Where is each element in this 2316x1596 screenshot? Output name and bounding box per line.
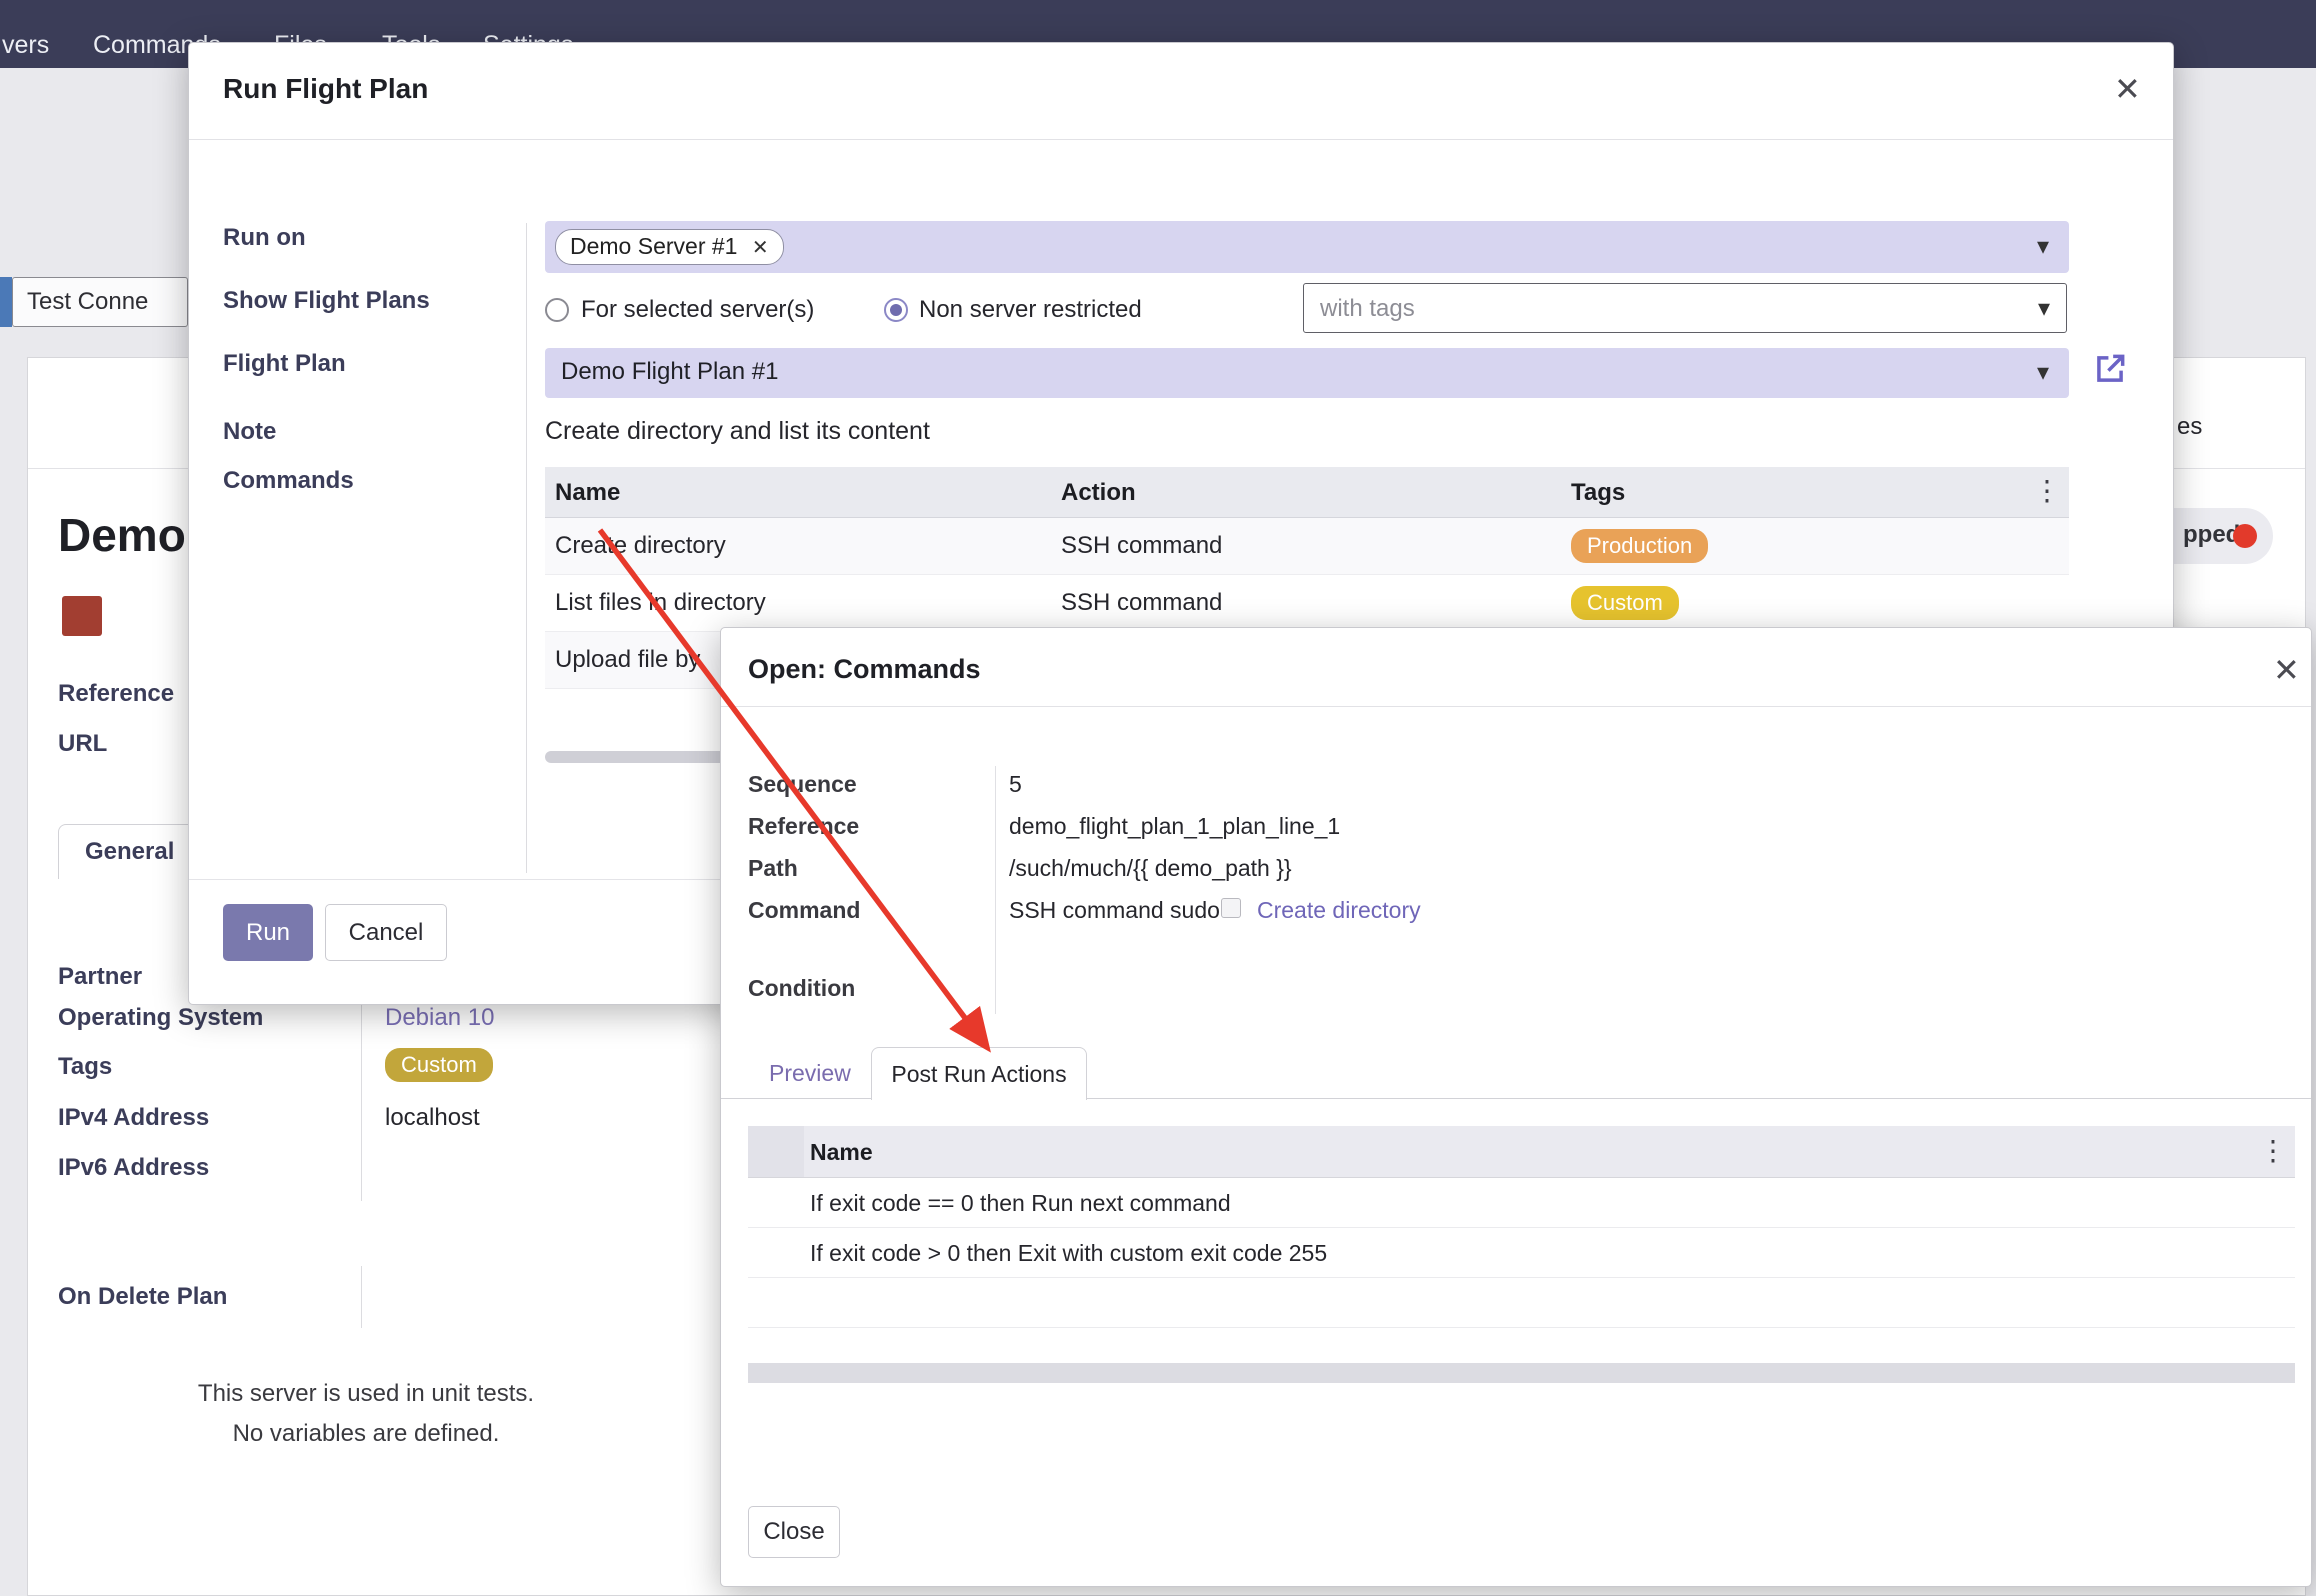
reference-label: Reference bbox=[748, 813, 859, 840]
row-handle-column bbox=[748, 1126, 804, 1177]
run-modal-title: Run Flight Plan bbox=[223, 73, 428, 105]
cell-name: List files in directory bbox=[555, 589, 766, 617]
cell-name: Upload file by bbox=[555, 646, 700, 674]
cell-action: SSH command bbox=[1061, 589, 1222, 617]
chip-remove-icon[interactable]: ✕ bbox=[752, 237, 769, 259]
with-tags-input[interactable]: with tags ▾ bbox=[1303, 283, 2067, 333]
ipv4-label: IPv4 Address bbox=[58, 1104, 209, 1132]
commands-modal-header-divider bbox=[721, 706, 2311, 707]
table-row[interactable]: Create directory SSH command Production bbox=[545, 518, 2069, 575]
table-options-icon[interactable]: ⋮ bbox=[2259, 1137, 2287, 1165]
tab-preview[interactable]: Preview bbox=[769, 1060, 851, 1087]
tab-post-run-actions-label: Post Run Actions bbox=[872, 1061, 1086, 1088]
note-value: Create directory and list its content bbox=[545, 417, 930, 446]
col-header-action: Action bbox=[1061, 479, 1136, 507]
command-checkbox[interactable] bbox=[1221, 898, 1241, 918]
table-row[interactable]: List files in directory SSH command Cust… bbox=[545, 575, 2069, 632]
run-modal-label-divider bbox=[526, 223, 527, 873]
commands-table-header: Name Action Tags ⋮ bbox=[545, 467, 2069, 518]
unit-test-note: This server is used in unit tests. bbox=[98, 1380, 634, 1408]
chevron-down-icon: ▾ bbox=[2037, 361, 2049, 385]
sequence-value: 5 bbox=[1009, 771, 1022, 798]
reference-label: Reference bbox=[58, 680, 174, 708]
tags-label: Tags bbox=[58, 1053, 112, 1081]
reference-value: demo_flight_plan_1_plan_line_1 bbox=[1009, 813, 1340, 840]
table-row[interactable]: If exit code > 0 then Exit with custom e… bbox=[748, 1228, 2295, 1278]
command-label: Command bbox=[748, 897, 860, 924]
ipv4-value: localhost bbox=[385, 1104, 480, 1132]
path-value: /such/much/{{ demo_path }} bbox=[1009, 855, 1292, 882]
horizontal-scrollbar[interactable] bbox=[748, 1363, 2295, 1383]
chevron-down-icon: ▾ bbox=[2038, 297, 2050, 321]
color-swatch[interactable] bbox=[62, 596, 102, 636]
show-flight-plans-label: Show Flight Plans bbox=[223, 287, 430, 315]
test-connection-button[interactable]: Test Conne bbox=[12, 277, 188, 327]
nav-item-servers[interactable]: vers bbox=[2, 31, 49, 60]
os-label: Operating System bbox=[58, 1004, 263, 1032]
os-value[interactable]: Debian 10 bbox=[385, 1004, 494, 1032]
cell-name: If exit code > 0 then Exit with custom e… bbox=[810, 1240, 1327, 1267]
open-commands-modal: Open: Commands ✕ Sequence Reference Path… bbox=[720, 627, 2312, 1587]
create-directory-link[interactable]: Create directory bbox=[1257, 897, 1421, 924]
status-label-fragment: pped bbox=[2183, 521, 2240, 549]
commands-modal-label-divider bbox=[995, 766, 996, 1014]
note-label: Note bbox=[223, 418, 276, 446]
radio-non-server-restricted-label[interactable]: Non server restricted bbox=[919, 296, 1142, 324]
run-modal-close-icon[interactable]: ✕ bbox=[2114, 73, 2141, 105]
radio-for-selected-servers[interactable] bbox=[545, 298, 569, 322]
status-dot-icon bbox=[2233, 524, 2257, 548]
radio-for-selected-servers-label[interactable]: For selected server(s) bbox=[581, 296, 814, 324]
field-divider-2 bbox=[361, 1266, 362, 1328]
with-tags-placeholder: with tags bbox=[1320, 295, 1415, 323]
tag-badge-custom: Custom bbox=[385, 1048, 493, 1082]
run-on-label: Run on bbox=[223, 224, 306, 252]
ipv6-label: IPv6 Address bbox=[58, 1154, 209, 1182]
cell-action: SSH command bbox=[1061, 532, 1222, 560]
tag-badge-custom: Custom bbox=[1571, 586, 1679, 620]
run-on-select[interactable]: Demo Server #1 ✕ ▾ bbox=[545, 221, 2069, 273]
command-value: SSH command sudo bbox=[1009, 897, 1220, 924]
actions-table-header: Name ⋮ bbox=[748, 1126, 2295, 1178]
tab-general-label: General bbox=[85, 838, 174, 866]
commands-modal-close-icon[interactable]: ✕ bbox=[2273, 654, 2300, 686]
server-chip-label: Demo Server #1 bbox=[570, 233, 737, 259]
post-run-actions-table: Name ⋮ If exit code == 0 then Run next c… bbox=[748, 1126, 2295, 1328]
chevron-down-icon: ▾ bbox=[2037, 235, 2049, 259]
col-header-tags: Tags bbox=[1571, 479, 1625, 507]
partial-button-edge[interactable] bbox=[0, 277, 12, 327]
tab-general[interactable]: General bbox=[58, 824, 208, 879]
test-connection-label: Test Conne bbox=[27, 288, 148, 316]
tab-post-run-actions[interactable]: Post Run Actions bbox=[871, 1047, 1087, 1100]
external-link-icon[interactable] bbox=[2091, 350, 2129, 393]
server-heading: Demo bbox=[58, 508, 186, 562]
radio-non-server-restricted[interactable] bbox=[884, 298, 908, 322]
path-label: Path bbox=[748, 855, 798, 882]
flight-plan-select[interactable]: Demo Flight Plan #1 ▾ bbox=[545, 348, 2069, 398]
col-header-name: Name bbox=[555, 479, 620, 507]
table-row-empty[interactable] bbox=[748, 1278, 2295, 1328]
close-button[interactable]: Close bbox=[748, 1506, 840, 1558]
run-modal-header-divider bbox=[189, 139, 2173, 140]
screen: vers Commands Files Tools Settings Test … bbox=[0, 0, 2316, 1596]
on-delete-plan-label: On Delete Plan bbox=[58, 1283, 227, 1311]
cell-name: If exit code == 0 then Run next command bbox=[810, 1190, 1231, 1217]
col-header-name: Name bbox=[810, 1139, 873, 1166]
server-chip[interactable]: Demo Server #1 ✕ bbox=[555, 229, 784, 265]
flight-plan-label: Flight Plan bbox=[223, 350, 346, 378]
cell-name: Create directory bbox=[555, 532, 726, 560]
cancel-button[interactable]: Cancel bbox=[325, 904, 447, 961]
run-button[interactable]: Run bbox=[223, 904, 313, 961]
commands-modal-title: Open: Commands bbox=[748, 654, 981, 685]
condition-label: Condition bbox=[748, 975, 855, 1002]
tag-badge-production: Production bbox=[1571, 529, 1708, 563]
top-right-text-fragment: es bbox=[2177, 413, 2202, 441]
no-variables-note: No variables are defined. bbox=[98, 1420, 634, 1448]
commands-label: Commands bbox=[223, 467, 354, 495]
table-options-icon[interactable]: ⋮ bbox=[2033, 477, 2061, 505]
table-row[interactable]: If exit code == 0 then Run next command bbox=[748, 1178, 2295, 1228]
partner-label: Partner bbox=[58, 963, 142, 991]
flight-plan-value: Demo Flight Plan #1 bbox=[561, 358, 778, 386]
sequence-label: Sequence bbox=[748, 771, 857, 798]
url-label: URL bbox=[58, 730, 107, 758]
